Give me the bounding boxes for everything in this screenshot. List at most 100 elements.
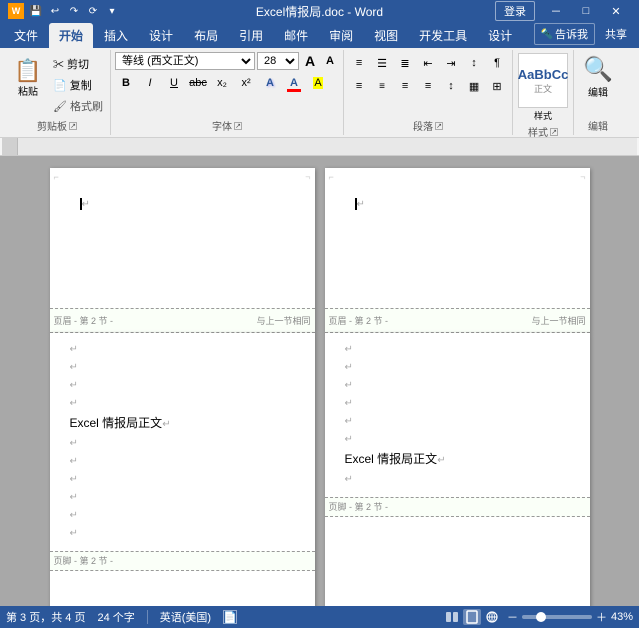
ribbon-content: 📋 粘贴 ✂ 剪切 📄 复制 🖌 格式刷 剪贴板 ↗ 等线 (西文正文) [0,48,639,138]
multilevel-list-button[interactable]: ≣ [394,52,416,74]
font-row-2: B I U abc x₂ x² A A A [115,72,329,94]
undo-quick-btn[interactable]: ↩ [47,3,63,19]
styles-gallery-button[interactable]: AaBbCc 正文 样式 [517,52,569,122]
page-1-wrapper: ⌐ ¬ └ ↵ 页眉 - 第 2 节 - 与上一节相同 ↵ ↵ ↵ ↵ Exce… [50,168,315,594]
corner-tl-1: ⌐ [54,172,59,182]
tab-review[interactable]: 审阅 [319,23,363,48]
align-center-button[interactable]: ≡ [371,75,393,97]
body-line-2: ↵ [70,359,295,377]
text-effect-button[interactable]: A [259,72,281,94]
read-view-btn[interactable] [443,609,461,625]
indent-decrease-button[interactable]: ⇤ [417,52,439,74]
p2-body-line-4: ↵ [345,395,570,413]
justify-button[interactable]: ≡ [417,75,439,97]
cut-button[interactable]: ✂ 剪切 [50,54,106,74]
bold-button[interactable]: B [115,72,137,94]
web-view-btn[interactable] [483,609,501,625]
font-size-select[interactable]: 28 [257,52,299,70]
font-expand-icon[interactable]: ↗ [234,122,242,130]
find-button[interactable]: 🔍 编辑 [578,52,618,102]
tab-references[interactable]: 引用 [229,23,273,48]
paragraph-expand-icon[interactable]: ↗ [435,122,443,130]
tab-mailings[interactable]: 邮件 [274,23,318,48]
para-row-2: ≡ ≡ ≡ ≡ ↕ ▦ ⊞ [348,75,508,97]
font-content: 等线 (西文正文) 28 A A B I U abc x₂ x² A A [115,52,339,116]
zoom-in-btn[interactable]: ＋ [596,609,607,625]
page-2-body-content: ↵ ↵ ↵ ↵ ↵ ↵ Excel 情报局正文↵ ↵ [325,333,590,497]
page-2-top-content: ↵ [325,168,590,308]
ribbon-tabs: 文件 开始 插入 设计 布局 引用 邮件 审阅 视图 开发工具 设计 🔦 告诉我… [0,22,639,48]
borders-button[interactable]: ⊞ [486,75,508,97]
tab-layout[interactable]: 布局 [184,23,228,48]
refresh-quick-btn[interactable]: ⟳ [85,3,101,19]
styles-expand-icon[interactable]: ↗ [550,128,558,136]
tell-me-btn[interactable]: 🔦 告诉我 [534,23,595,45]
save-quick-btn[interactable]: 💾 [28,3,44,19]
zoom-out-btn[interactable]: － [507,609,518,625]
ruler-corner [2,138,18,155]
login-button[interactable]: 登录 [495,1,535,21]
font-shrink-button[interactable]: A [321,52,339,70]
para-row-1: ≡ ☰ ≣ ⇤ ⇥ ↕ ¶ [348,52,508,74]
format-paint-button[interactable]: 🖌 格式刷 [50,96,106,116]
tab-design[interactable]: 设计 [139,23,183,48]
copy-button[interactable]: 📄 复制 [50,75,106,95]
superscript-button[interactable]: x² [235,72,257,94]
corner-tr-1: ¬ [305,172,310,182]
body-line-3: ↵ [70,377,295,395]
share-btn[interactable]: 共享 [599,24,633,44]
font-grow-button[interactable]: A [301,52,319,70]
more-quick-btn[interactable]: ▾ [104,3,120,19]
find-label: 编辑 [588,84,608,99]
strikethrough-button[interactable]: abc [187,72,209,94]
text-color-button[interactable]: A [283,72,305,94]
print-view-btn[interactable] [463,609,481,625]
sort-button[interactable]: ↕ [463,52,485,74]
body-line-1: ↵ [70,341,295,359]
close-button[interactable]: ✕ [601,0,631,22]
underline-button[interactable]: U [163,72,185,94]
title-bar-left: W 💾 ↩ ↷ ⟳ ▾ [8,3,120,19]
track-changes-btn[interactable]: 📄 [223,610,237,624]
font-family-select[interactable]: 等线 (西文正文) [115,52,255,70]
line-spacing-button[interactable]: ↕ [440,75,462,97]
clipboard-expand-icon[interactable]: ↗ [69,122,77,130]
clipboard-group: 📋 粘贴 ✂ 剪切 📄 复制 🖌 格式刷 剪贴板 ↗ [4,50,111,135]
tab-design2[interactable]: 设计 [478,23,522,48]
italic-button[interactable]: I [139,72,161,94]
page-2-top: ⌐ ¬ └ ↵ 页眉 - 第 2 节 - 与上一节相同 [325,168,590,333]
status-bar: 第 3 页，共 4 页 24 个字 英语(美国) 📄 － ＋ 43% [0,606,639,628]
indent-increase-button[interactable]: ⇥ [440,52,462,74]
zoom-handle[interactable] [536,612,546,622]
tab-home[interactable]: 开始 [49,23,93,48]
body-line-7: ↵ [70,453,295,471]
align-right-button[interactable]: ≡ [394,75,416,97]
page-1-top-content: ↵ [50,168,315,308]
show-marks-button[interactable]: ¶ [486,52,508,74]
document-area[interactable]: ⌐ ¬ └ ↵ 页眉 - 第 2 节 - 与上一节相同 ↵ ↵ ↵ ↵ Exce… [0,156,639,606]
paste-label: 粘贴 [18,87,38,99]
p2-body-line-1: ↵ [345,341,570,359]
zoom-percent[interactable]: 43% [611,611,633,623]
bullets-button[interactable]: ≡ [348,52,370,74]
status-divider-1 [147,610,148,624]
highlight-button[interactable]: A [307,72,329,94]
tab-file[interactable]: 文件 [4,23,48,48]
maximize-button[interactable]: □ [571,0,601,22]
shading-button[interactable]: ▦ [463,75,485,97]
page-1-top: ⌐ ¬ └ ↵ 页眉 - 第 2 节 - 与上一节相同 [50,168,315,333]
align-left-button[interactable]: ≡ [348,75,370,97]
numbering-button[interactable]: ☰ [371,52,393,74]
minimize-button[interactable]: － [541,0,571,22]
tab-insert[interactable]: 插入 [94,23,138,48]
paste-button[interactable]: 📋 粘贴 [8,52,48,102]
tab-developer[interactable]: 开发工具 [409,23,477,48]
zoom-slider[interactable] [522,615,592,619]
subscript-button[interactable]: x₂ [211,72,233,94]
paste-icon: 📋 [12,55,44,87]
redo-quick-btn[interactable]: ↷ [66,3,82,19]
quick-access-toolbar: 💾 ↩ ↷ ⟳ ▾ [28,3,120,19]
status-bar-right: － ＋ 43% [443,609,633,625]
body-line-9: ↵ [70,489,295,507]
tab-view[interactable]: 视图 [364,23,408,48]
